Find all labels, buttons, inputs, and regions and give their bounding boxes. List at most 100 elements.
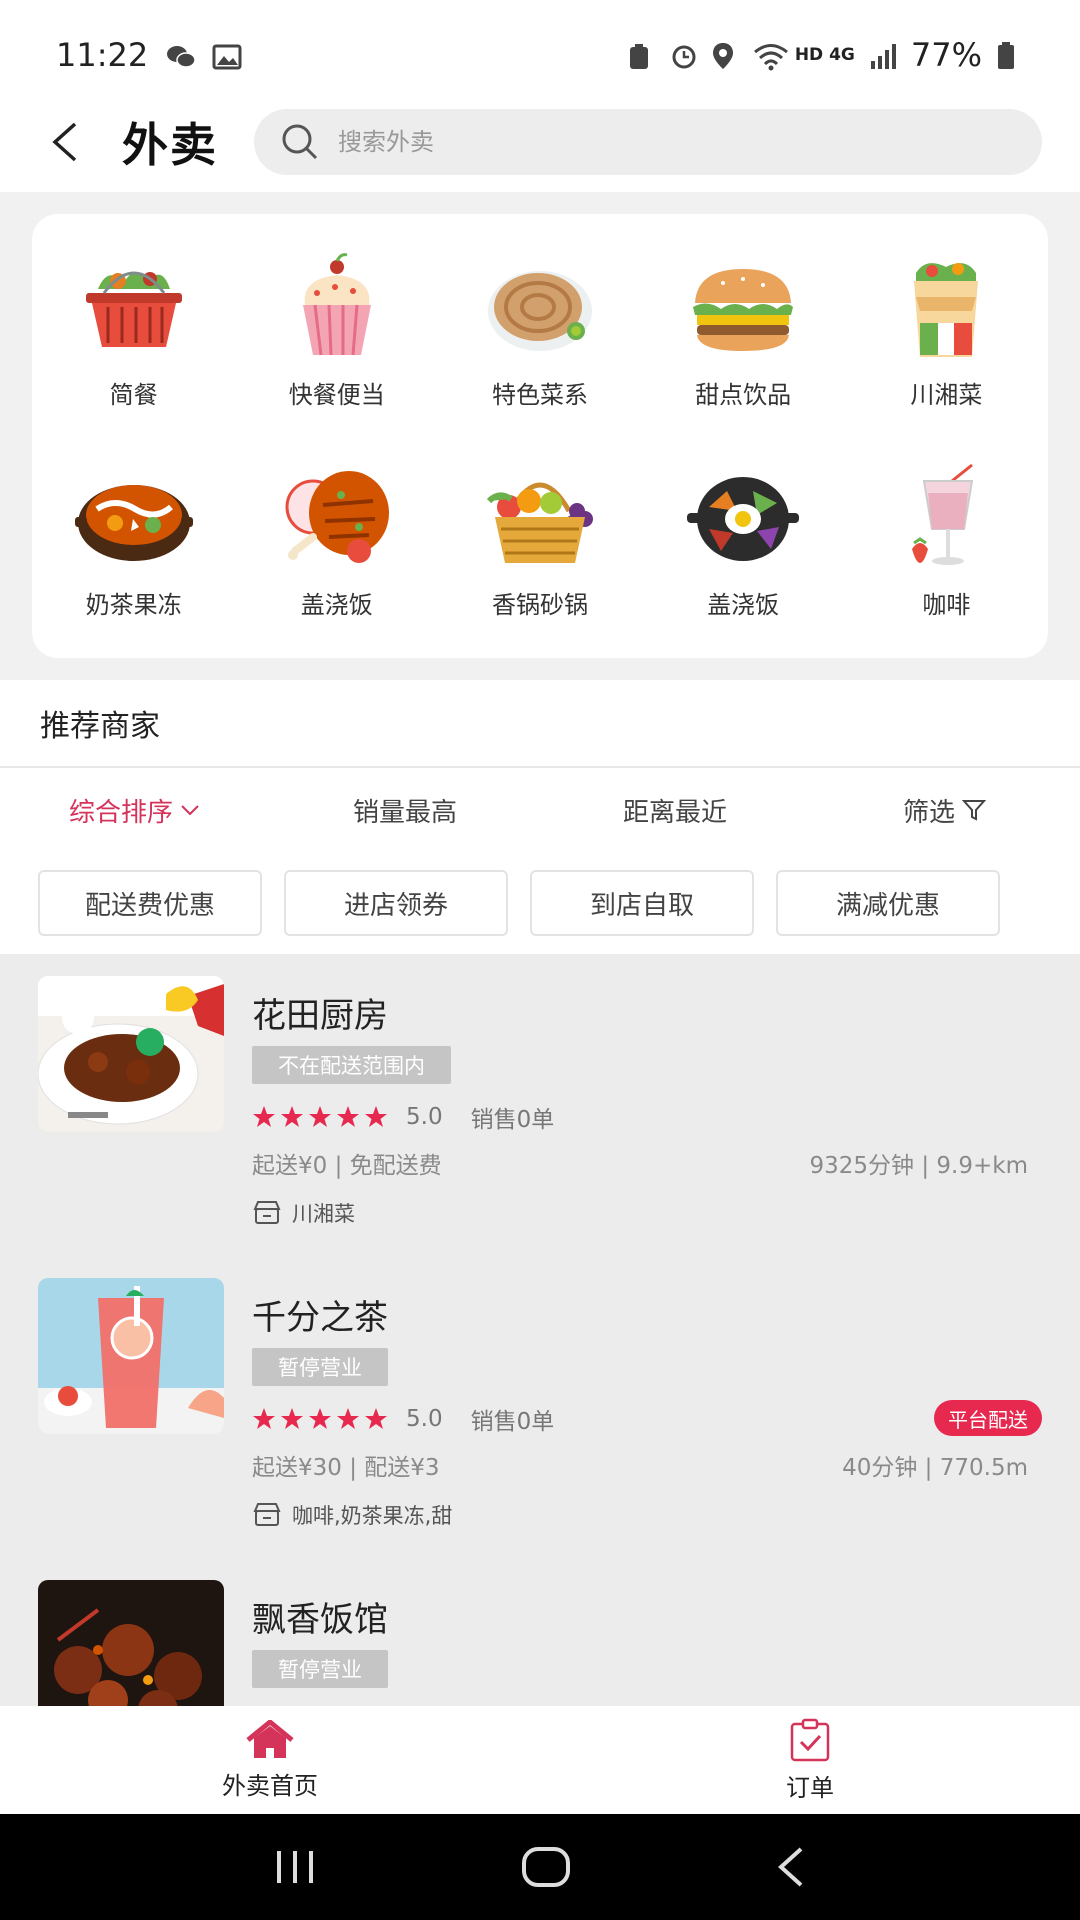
bibimbap-icon (684, 463, 802, 571)
star-icon (281, 1106, 303, 1127)
rating-row: 5.0 销售0单 (252, 1402, 554, 1436)
star-icon (365, 1408, 387, 1429)
sort-label: 销量最高 (352, 797, 457, 828)
network-type: HD 4G (794, 45, 855, 65)
shop-category-text: 咖啡,奶茶果冻,甜 (292, 1504, 453, 1528)
star-icon (253, 1106, 275, 1127)
tag-store-coupon[interactable]: 进店领券 (284, 870, 508, 936)
star-icon (365, 1106, 387, 1127)
home-button-icon[interactable] (520, 1845, 572, 1889)
section-title: 推荐商家 (40, 709, 160, 744)
search-icon (282, 124, 318, 160)
home-icon (246, 1719, 294, 1758)
category-tese[interactable]: 特色菜系 (438, 226, 641, 436)
shop-fee: 起送¥30 | 配送¥3 (252, 1455, 440, 1481)
shop-sales: 销售0单 (470, 1107, 555, 1133)
category-label: 奶茶果冻 (85, 590, 182, 619)
shop-distance: 40分钟 | 770.5m (842, 1455, 1028, 1481)
search-input[interactable] (338, 128, 978, 156)
category-jiancan[interactable]: 简餐 (32, 226, 235, 436)
star-icon (253, 1408, 275, 1429)
star-icon (337, 1408, 359, 1429)
filter-icon (961, 800, 987, 821)
burger-icon (684, 253, 802, 361)
wrap-icon (887, 253, 1005, 361)
shop-image (38, 976, 224, 1132)
rating-stars (252, 1407, 388, 1431)
filter-button[interactable]: 筛选 (810, 792, 1080, 829)
shop-card[interactable]: 飘香饭馆 暂停营业 (0, 1558, 1080, 1706)
shop-list: 花田厨房 不在配送范围内 5.0 销售0单 起送¥0 | 免配送费 9325分钟… (0, 954, 1080, 1706)
shop-card[interactable]: 千分之茶 暂停营业 5.0 销售0单 平台配送 起送¥30 | 配送¥3 40分… (0, 1256, 1080, 1558)
signal-icon (869, 41, 897, 69)
recent-apps-icon[interactable] (271, 1847, 319, 1887)
shop-category: 川湘菜 (252, 1198, 355, 1228)
category-label: 简餐 (109, 380, 158, 409)
nav-orders[interactable]: 订单 (540, 1706, 1080, 1814)
platform-delivery-badge: 平台配送 (934, 1400, 1042, 1436)
category-gaijiaofan-2[interactable]: 盖浇饭 (642, 436, 845, 646)
category-naicha[interactable]: 奶茶果冻 (32, 436, 235, 646)
system-back-icon[interactable] (773, 1845, 809, 1889)
sort-label: 筛选 (902, 797, 955, 828)
nav-takeout-home[interactable]: 外卖首页 (0, 1706, 540, 1814)
alarm-icon (669, 41, 697, 69)
battery-saver-icon (627, 41, 655, 69)
shop-card[interactable]: 花田厨房 不在配送范围内 5.0 销售0单 起送¥0 | 免配送费 9325分钟… (0, 954, 1080, 1256)
rating-row: 5.0 销售0单 (252, 1100, 554, 1134)
tag-delivery-discount[interactable]: 配送费优惠 (38, 870, 262, 936)
pancake-icon (481, 253, 599, 361)
shop-status-badge: 不在配送范围内 (252, 1046, 451, 1084)
nav-label: 外卖首页 (222, 1771, 318, 1800)
shop-name: 千分之茶 (252, 1298, 388, 1338)
category-gaijiaofan[interactable]: 盖浇饭 (235, 436, 438, 646)
category-label: 快餐便当 (288, 380, 385, 409)
shop-sales: 销售0单 (470, 1409, 555, 1435)
section-header: 推荐商家 (0, 680, 1080, 768)
search-box[interactable] (254, 109, 1042, 175)
tag-self-pickup[interactable]: 到店自取 (530, 870, 754, 936)
category-label: 盖浇饭 (707, 590, 780, 619)
category-label: 香锅砂锅 (491, 590, 588, 619)
sort-sales[interactable]: 销量最高 (270, 792, 540, 829)
sort-label: 距离最近 (622, 797, 727, 828)
shop-image (38, 1580, 224, 1706)
category-kuaican[interactable]: 快餐便当 (235, 226, 438, 436)
system-navigation-bar (0, 1814, 1080, 1920)
battery-icon (996, 41, 1024, 69)
shop-fee: 起送¥0 | 免配送费 (252, 1153, 442, 1179)
chevron-left-icon (52, 122, 77, 162)
shop-status-badge: 暂停营业 (252, 1348, 388, 1386)
sort-comprehensive[interactable]: 综合排序 (0, 792, 270, 829)
status-time: 11:22 (56, 36, 149, 74)
shop-name: 飘香饭馆 (252, 1600, 388, 1640)
star-icon (337, 1106, 359, 1127)
location-icon (711, 41, 739, 69)
category-grid: 简餐 快餐便当 特色菜系 甜点饮品 川湘菜 奶茶果冻 盖浇饭 香锅砂锅 盖浇饭 … (32, 214, 1048, 658)
smoothie-icon (887, 463, 1005, 571)
category-chuanxiang[interactable]: 川湘菜 (845, 226, 1048, 436)
battery-percent: 77% (910, 36, 982, 74)
header: 外卖 (0, 92, 1080, 192)
chevron-down-icon (181, 805, 199, 816)
category-kafei[interactable]: 咖啡 (845, 436, 1048, 646)
tag-full-reduction[interactable]: 满减优惠 (776, 870, 1000, 936)
wifi-icon (753, 41, 788, 71)
shop-distance: 9325分钟 | 9.9+km (809, 1153, 1028, 1179)
back-button[interactable] (34, 111, 96, 173)
star-icon (309, 1106, 331, 1127)
sort-bar: 综合排序 销量最高 距离最近 筛选 (0, 768, 1080, 852)
category-label: 特色菜系 (491, 380, 588, 409)
category-label: 盖浇饭 (300, 590, 373, 619)
shop-name: 花田厨房 (252, 996, 388, 1036)
nav-label: 订单 (786, 1773, 834, 1802)
sort-distance[interactable]: 距离最近 (540, 792, 810, 829)
basket-icon (75, 253, 193, 361)
category-tiandian[interactable]: 甜点饮品 (642, 226, 845, 436)
wechat-icon (166, 41, 196, 69)
gallery-icon (212, 41, 242, 70)
order-clipboard-icon (790, 1718, 830, 1761)
fruit-basket-icon (481, 463, 599, 571)
category-xiangguo[interactable]: 香锅砂锅 (438, 436, 641, 646)
filter-tag-bar: 配送费优惠 进店领券 到店自取 满减优惠 (0, 852, 1080, 954)
